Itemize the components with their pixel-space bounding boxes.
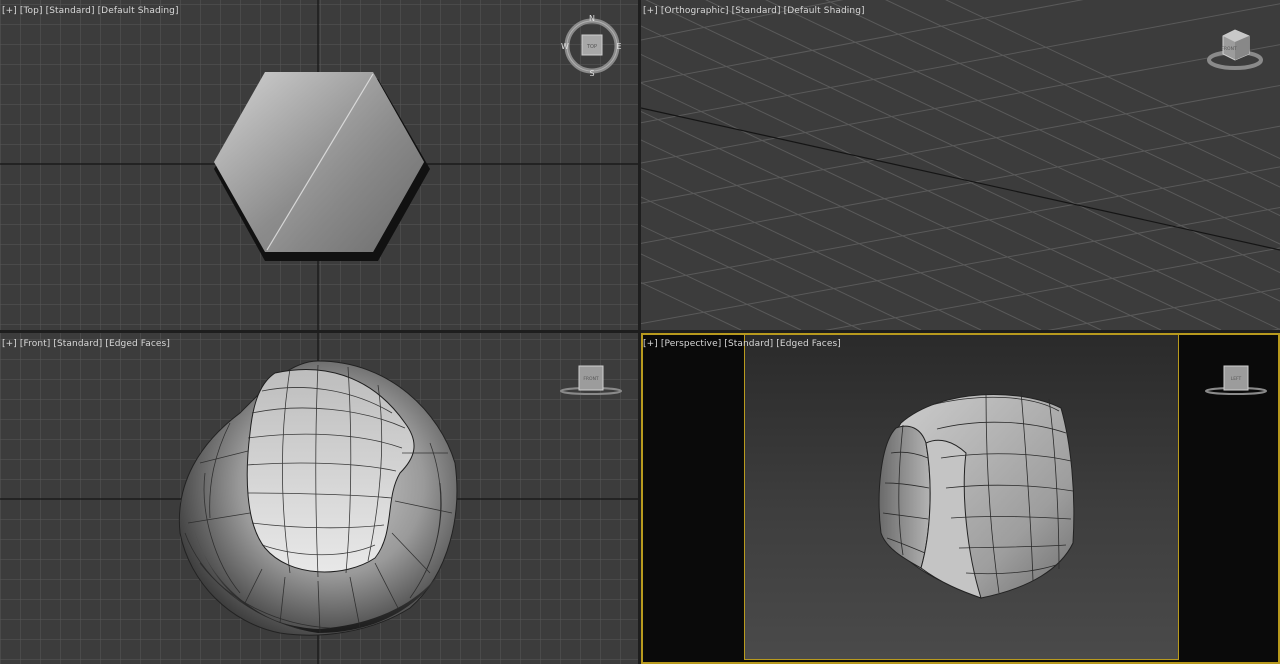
shading-menu[interactable]: [Standard]: [53, 339, 102, 349]
viewport-label-front: [+] [Front] [Standard] [Edged Faces]: [2, 338, 170, 350]
viewport-layout: [+] [Top] [Standard] [Default Shading] TOP …: [0, 0, 1280, 664]
shading-menu[interactable]: [Standard]: [46, 6, 95, 16]
viewport-menu-button[interactable]: [+]: [2, 339, 17, 349]
viewcube[interactable]: FRONT: [558, 361, 624, 401]
perspective-grid: [641, 0, 1280, 330]
viewcube-face-label: LEFT: [1231, 376, 1242, 382]
shading-menu[interactable]: [Standard]: [724, 339, 773, 349]
compass-south: S: [589, 69, 594, 78]
compass-north: N: [589, 14, 595, 23]
display-mode-menu[interactable]: [Default Shading]: [784, 6, 865, 16]
viewport-menu-button[interactable]: [+]: [643, 339, 658, 349]
view-type-menu[interactable]: [Perspective]: [661, 339, 721, 349]
viewport-label-top: [+] [Top] [Standard] [Default Shading]: [2, 5, 179, 17]
display-mode-menu[interactable]: [Edged Faces]: [776, 339, 841, 349]
viewport-top[interactable]: [+] [Top] [Standard] [Default Shading] TOP …: [0, 0, 638, 330]
viewport-orthographic[interactable]: [+] [Orthographic] [Standard] [Default Shad…: [641, 0, 1280, 330]
viewport-label-perspective: [+] [Perspective] [Standard] [Edged Faces]: [643, 338, 841, 350]
display-mode-menu[interactable]: [Edged Faces]: [105, 339, 170, 349]
perspective-object[interactable]: [878, 390, 1075, 599]
top-viewport-canvas[interactable]: [0, 0, 638, 330]
viewport-perspective[interactable]: [+] [Perspective] [Standard] [Edged Faces] …: [641, 333, 1280, 664]
view-type-menu[interactable]: [Top]: [20, 6, 43, 16]
viewport-front[interactable]: [+] [Front] [Standard] [Edged Faces] FRONT: [0, 333, 638, 664]
compass-east: E: [616, 42, 621, 51]
viewport-menu-button[interactable]: [+]: [2, 6, 17, 16]
ortho-viewport-canvas[interactable]: [641, 0, 1280, 330]
compass-west: W: [561, 42, 569, 51]
viewcube-face-label: FRONT: [583, 376, 599, 382]
view-type-menu[interactable]: [Orthographic]: [661, 6, 729, 16]
viewcube-compass[interactable]: TOP N S E W: [560, 14, 624, 78]
viewport-menu-button[interactable]: [+]: [643, 6, 658, 16]
viewcube[interactable]: LEFT: [1203, 361, 1269, 401]
view-type-menu[interactable]: [Front]: [20, 339, 51, 349]
viewcube[interactable]: FRONT: [1205, 26, 1269, 76]
persp-viewport-canvas[interactable]: [641, 333, 1280, 664]
viewport-label-ortho: [+] [Orthographic] [Standard] [Default Shad…: [643, 5, 865, 17]
viewcube-face-label: TOP: [586, 44, 597, 50]
shading-menu[interactable]: [Standard]: [732, 6, 781, 16]
viewcube-face-label: FRONT: [1221, 46, 1237, 52]
front-viewport-canvas[interactable]: [0, 333, 638, 664]
display-mode-menu[interactable]: [Default Shading]: [98, 6, 179, 16]
